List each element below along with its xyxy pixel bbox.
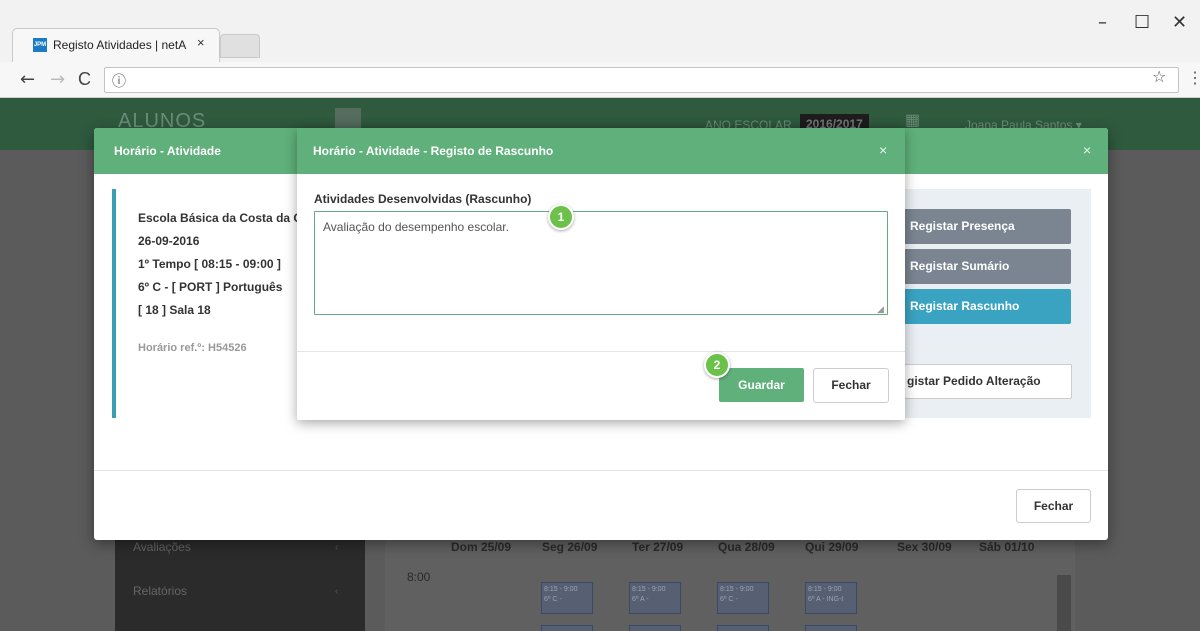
lesson-date: 26-09-2016 [138,234,200,248]
calendar-scrollbar[interactable] [1057,575,1071,631]
step-badge: 1 [548,204,574,230]
schedule-reference: Horário ref.º: H54526 [138,342,247,354]
register-change-request-button[interactable]: gistar Pedido Alteração [904,364,1072,399]
lesson-class: 6º C - [ PORT ] Português [138,280,283,294]
calendar-event[interactable]: 8:15 - 9:00 6º A - [629,582,681,614]
draft-modal: Horário - Atividade - Registo de Rascunh… [297,128,905,420]
browser-titlebar: JPM Registo Atividades | netA × – ☐ ✕ [0,0,1200,64]
divider [94,470,1108,471]
calendar-day-header: Dom 25/09 [451,540,512,554]
calendar-event[interactable] [629,625,681,631]
calendar-time-label: 8:00 [407,570,431,584]
calendar-event[interactable]: 8:15 - 9:00 6º A - ING-I [805,582,857,614]
event-label: 6º C - [544,596,562,603]
save-button[interactable]: Guardar [719,368,804,402]
activities-textarea[interactable]: Avaliação do desempenho escolar. [314,211,888,315]
new-tab-button[interactable] [220,34,260,58]
hamburger-icon[interactable] [335,108,361,130]
event-time: 8:15 - 9:00 [720,586,754,593]
calendar-event[interactable] [717,625,769,631]
close-icon[interactable]: × [879,142,887,158]
apps-grid-icon[interactable]: ▦ [905,110,920,130]
favicon-icon: JPM [33,38,47,52]
school-name: Escola Básica da Costa da C [138,211,303,225]
calendar-event[interactable]: 8:15 - 9:00 6º C - [541,582,593,614]
calendar-event[interactable] [541,625,593,631]
close-icon[interactable]: × [1083,142,1091,158]
tab-title: Registo Atividades | netA [53,38,187,52]
step-badge: 2 [704,352,730,378]
chevron-left-icon: ‹ [335,586,339,597]
sidebar-item-avaliacoes[interactable]: Avaliações [133,540,191,554]
address-input[interactable]: ⓘ [104,67,1179,93]
calendar-day-header: Qua 28/09 [718,540,775,554]
event-time: 8:15 - 9:00 [632,586,666,593]
activities-label: Atividades Desenvolvidas (Rascunho) [314,192,532,206]
register-summary-button[interactable]: Registar Sumário [904,249,1071,284]
event-label: 6º C - [720,596,738,603]
close-window-icon[interactable]: ✕ [1172,12,1187,33]
maximize-icon[interactable]: ☐ [1134,12,1150,33]
calendar-day-header: Seg 26/09 [542,540,598,554]
actions-panel: Registar Presença Registar Sumário Regis… [894,189,1091,418]
sidebar-item-relatorios[interactable]: Relatórios [133,584,187,598]
site-info-icon[interactable]: ⓘ [112,71,126,91]
calendar-event[interactable]: 8:15 - 9:00 6º C - [717,582,769,614]
forward-icon[interactable]: → [50,69,65,90]
tab-close-icon[interactable]: × [197,35,205,50]
lesson-info-panel: Escola Básica da Costa da C 26-09-2016 1… [112,189,312,418]
close-button[interactable]: Fechar [1016,489,1091,523]
lesson-room: [ 18 ] Sala 18 [138,303,211,317]
divider [297,351,905,352]
back-icon[interactable]: ← [20,69,35,90]
bookmark-star-icon[interactable]: ☆ [1152,67,1166,86]
browser-tab[interactable]: JPM Registo Atividades | netA × [12,28,220,62]
register-attendance-button[interactable]: Registar Presença [904,209,1071,244]
cancel-button[interactable]: Fechar [813,368,889,403]
event-time: 8:15 - 9:00 [808,586,842,593]
lesson-time: 1º Tempo [ 08:15 - 09:00 ] [138,257,281,271]
address-bar-row: ← → C ⓘ ☆ ⋮ [0,62,1200,98]
draft-modal-title: Horário - Atividade - Registo de Rascunh… [313,144,554,158]
event-label: 6º A - [632,596,649,603]
minimize-icon[interactable]: – [1098,12,1107,33]
reload-icon[interactable]: C [78,69,91,90]
draft-modal-header: Horário - Atividade - Registo de Rascunh… [297,128,905,174]
calendar-day-header: Sáb 01/10 [979,540,1035,554]
resize-handle-icon[interactable]: ◢ [877,304,884,315]
calendar-event[interactable] [805,625,857,631]
event-label: 6º A - ING-I [808,596,844,603]
calendar-day-header: Sex 30/09 [897,540,952,554]
activity-modal-title: Horário - Atividade [114,144,221,158]
register-draft-button[interactable]: Registar Rascunho [904,289,1071,324]
browser-menu-icon[interactable]: ⋮ [1187,68,1200,88]
event-time: 8:15 - 9:00 [544,586,578,593]
calendar-day-header: Ter 27/09 [632,540,684,554]
calendar-day-header: Qui 29/09 [805,540,859,554]
chevron-left-icon: ‹ [335,542,339,553]
